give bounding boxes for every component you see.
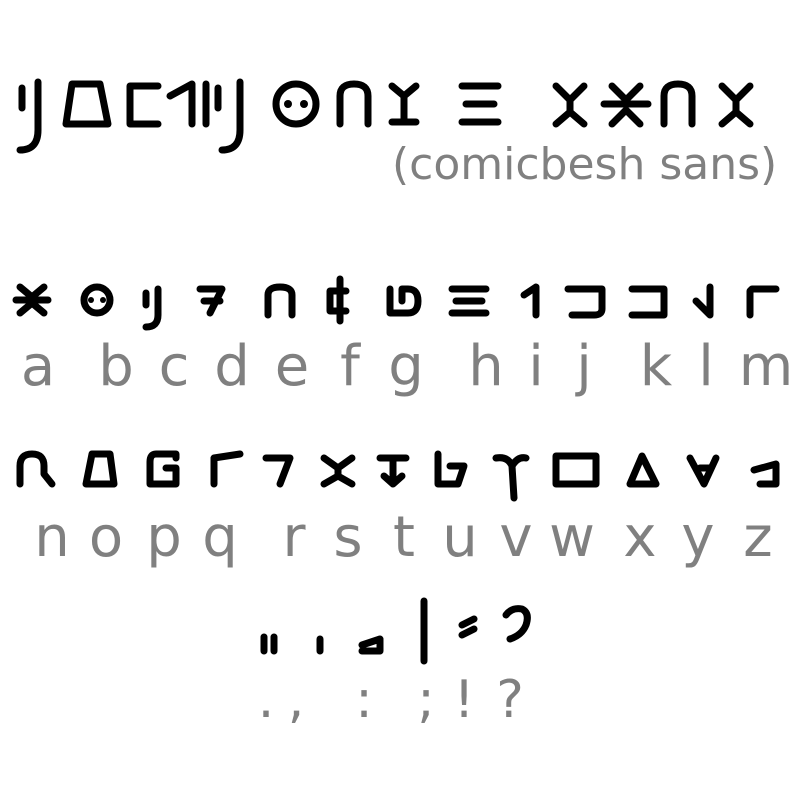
latin-e: e: [274, 334, 310, 399]
title-glyphs: [16, 78, 754, 154]
glyph-colon: [358, 635, 384, 655]
latin-j: j: [576, 334, 592, 399]
glyph-s: [320, 454, 356, 488]
latin-d: d: [214, 334, 250, 399]
glyph-l: [692, 283, 714, 319]
title-glyph-8: [388, 82, 420, 126]
latin-z: z: [743, 505, 773, 570]
title-glyph-5: [214, 78, 244, 154]
glyph-y: [686, 454, 720, 488]
latin-semicolon: ;: [417, 670, 435, 730]
glyph-o: [82, 450, 118, 488]
title-glyph-12: [660, 80, 696, 128]
latin-y: y: [681, 505, 715, 570]
aurebesh-row-2: [16, 450, 780, 502]
latin-s: s: [333, 505, 363, 570]
latin-f: f: [340, 334, 360, 399]
glyph-f: [326, 275, 350, 325]
glyph-c: [142, 285, 162, 331]
title-glyph-10: [552, 82, 588, 128]
glyph-k: [628, 285, 668, 319]
glyph-e: [264, 283, 296, 319]
glyph-b: [80, 283, 114, 317]
latin-n: n: [34, 505, 70, 570]
title-glyph-2: [62, 80, 112, 128]
title-glyph-7: [336, 80, 372, 128]
latin-t: t: [393, 505, 415, 570]
glyph-u: [434, 450, 468, 488]
glyph-p: [146, 450, 180, 488]
latin-m: m: [738, 334, 794, 399]
glyph-a: [12, 283, 52, 317]
latin-colon: :: [355, 670, 373, 730]
glyph-j: [564, 285, 606, 319]
latin-x: x: [623, 505, 657, 570]
glyph-question: [502, 605, 531, 643]
latin-l: l: [698, 334, 714, 399]
title-glyph-3: [126, 82, 162, 128]
latin-u: u: [442, 505, 478, 570]
latin-r: r: [282, 505, 306, 570]
latin-comma: ,: [287, 670, 305, 730]
latin-g: g: [388, 334, 424, 399]
glyph-exclamation: [458, 615, 478, 639]
glyph-n: [16, 450, 56, 488]
glyph-m: [746, 285, 780, 319]
title-glyph-4: [166, 80, 210, 128]
latin-p: p: [146, 505, 182, 570]
title-glyph-11: [600, 82, 652, 128]
glyph-g: [386, 285, 422, 317]
glyph-period: [260, 633, 278, 655]
latin-q: q: [202, 505, 238, 570]
glyph-q: [210, 450, 244, 488]
glyph-z: [750, 460, 780, 488]
latin-o: o: [88, 505, 124, 570]
latin-question: ?: [496, 670, 524, 730]
title-glyph-6: [272, 80, 320, 128]
title-glyph-1: [16, 78, 42, 154]
glyph-v: [492, 454, 530, 502]
aurebesh-punctuation: [260, 597, 531, 665]
subtitle: (comicbesh sans): [392, 139, 778, 190]
glyph-t: [376, 454, 410, 488]
title-glyph-13: [718, 82, 754, 128]
latin-c: c: [158, 334, 190, 399]
latin-exclamation: !: [453, 670, 475, 730]
glyph-d: [196, 285, 226, 317]
latin-a: a: [20, 334, 56, 399]
glyph-r: [262, 454, 294, 488]
glyph-h: [448, 285, 490, 317]
latin-w: w: [549, 505, 595, 570]
glyph-x: [626, 452, 660, 488]
aurebesh-row-1: [12, 275, 780, 331]
latin-v: v: [499, 505, 533, 570]
glyph-i: [520, 283, 540, 319]
glyph-w: [552, 452, 600, 488]
latin-b: b: [98, 334, 134, 399]
title-glyph-9: [458, 82, 502, 126]
